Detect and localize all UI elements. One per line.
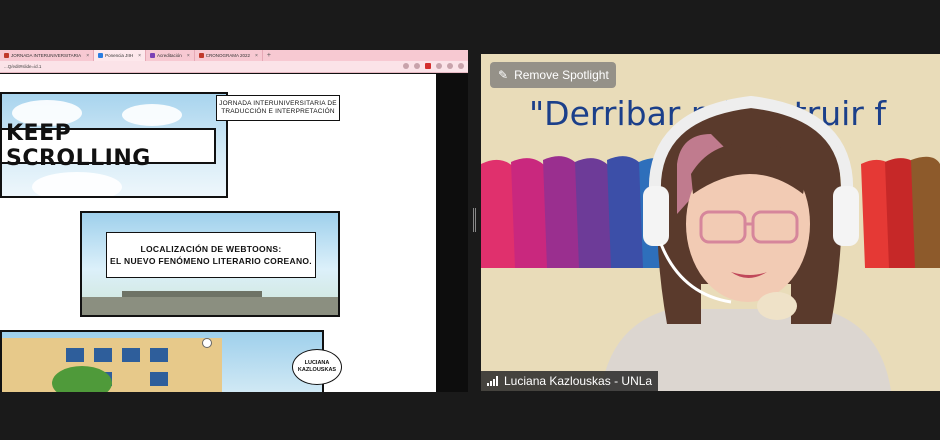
window-shape <box>150 348 168 362</box>
signal-strength-icon <box>487 376 498 386</box>
window-shape <box>66 348 84 362</box>
tab-label: JORNADA INTERUNIVERSITARIA <box>11 53 82 58</box>
window-shape <box>94 348 112 362</box>
tab-label: CRONOGRAMA 2022 <box>205 53 250 58</box>
address-bar[interactable]: ...Q/edit#slide=id.1 <box>0 61 468 73</box>
favicon-icon <box>198 53 204 58</box>
close-icon[interactable]: × <box>255 53 258 59</box>
remove-spotlight-button[interactable]: ✎ Remove Spotlight <box>490 62 616 88</box>
puzzle-icon[interactable] <box>436 63 442 69</box>
menu-icon[interactable] <box>458 63 464 69</box>
pin-icon: ✎ <box>498 68 509 82</box>
share-icon[interactable] <box>403 63 409 69</box>
subtitle-line: EL NUEVO FENÓMENO LITERARIO COREANO. <box>110 256 312 266</box>
comic-panel-building: LOCALIZACIÓN DE WEBTOONS: EL NUEVO FENÓM… <box>80 211 340 317</box>
browser-tab[interactable]: Acreditación × <box>146 50 195 61</box>
resize-handle[interactable] <box>473 208 477 232</box>
favicon-icon <box>98 53 104 58</box>
extension-icon[interactable] <box>425 63 431 69</box>
slide-subtitle: LOCALIZACIÓN DE WEBTOONS: EL NUEVO FENÓM… <box>106 232 316 278</box>
participant-name-tag: Luciana Kazlouskas - UNLa <box>481 371 659 391</box>
comic-panel-sky: KEEP SCROLLING <box>0 92 228 198</box>
subtitle-line: LOCALIZACIÓN DE WEBTOONS: <box>140 244 282 254</box>
slide-page: KEEP SCROLLING JORNADA INTERUNIVERSITARI… <box>0 74 436 392</box>
shared-screen: JORNADA INTERUNIVERSITARIA × Ponencia JII… <box>0 50 468 392</box>
speech-bubble: LUCIANA KAZLOUSKAS <box>292 349 342 385</box>
event-caption: JORNADA INTERUNIVERSITARIA DE TRADUCCIÓN… <box>216 95 340 121</box>
browser-tab[interactable]: CRONOGRAMA 2022 × <box>195 50 263 61</box>
tab-label: Ponencia JIIH <box>105 53 134 58</box>
school-building <box>2 338 222 392</box>
close-icon[interactable]: × <box>86 53 89 59</box>
spotlight-label: Remove Spotlight <box>514 68 609 82</box>
participant-person <box>601 95 891 391</box>
clock-icon <box>202 338 212 348</box>
address-text: ...Q/edit#slide=id.1 <box>4 64 42 69</box>
tab-label: Acreditación <box>157 53 182 58</box>
building-shape <box>82 297 338 315</box>
tree-shape <box>52 366 112 392</box>
window-shape <box>150 372 168 386</box>
window-shape <box>122 348 140 362</box>
profile-icon[interactable] <box>447 63 453 69</box>
star-icon[interactable] <box>414 63 420 69</box>
toolbar-icons <box>403 63 464 69</box>
comic-panel-school <box>0 330 324 392</box>
close-icon[interactable]: × <box>138 53 141 59</box>
slide-title: KEEP SCROLLING <box>2 121 216 171</box>
browser-tab-bar: JORNADA INTERUNIVERSITARIA × Ponencia JII… <box>0 50 468 61</box>
close-icon[interactable]: × <box>187 53 190 59</box>
browser-tab-active[interactable]: Ponencia JIIH × <box>94 50 147 61</box>
favicon-icon <box>150 53 156 58</box>
participant-name: Luciana Kazlouskas - UNLa <box>504 374 653 388</box>
browser-tab[interactable]: JORNADA INTERUNIVERSITARIA × <box>0 50 95 61</box>
new-tab-icon[interactable]: + <box>263 52 275 59</box>
cloud-shape <box>32 172 122 196</box>
meeting-window: JORNADA INTERUNIVERSITARIA × Ponencia JII… <box>0 0 940 440</box>
dark-margin <box>436 74 468 392</box>
participant-video: "Derribar mit nstruir f <box>481 54 940 391</box>
favicon-icon <box>4 53 9 58</box>
